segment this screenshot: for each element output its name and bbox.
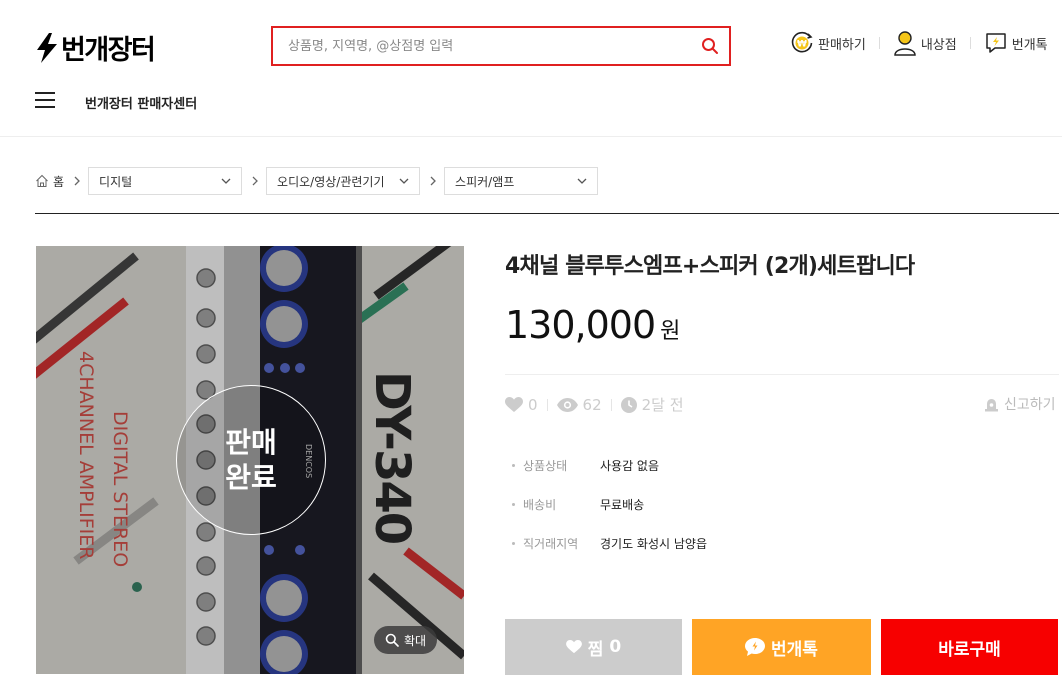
wish-button[interactable]: 찜 0	[505, 619, 682, 675]
category-select-level2[interactable]: 오디오/영상/관련기기	[266, 167, 421, 195]
category-select-level1[interactable]: 디지털	[88, 167, 243, 195]
product-image[interactable]: DENCOS DY-340 DIGITAL STEREO 4CHANNEL AM…	[36, 246, 464, 674]
seller-center-link[interactable]: 번개장터 판매자센터	[85, 93, 197, 112]
siren-icon	[985, 398, 998, 411]
nav-divider	[969, 37, 971, 49]
category-level1-value: 디지털	[99, 174, 133, 189]
posted-time: 2달 전	[641, 396, 684, 414]
stat-divider	[546, 398, 548, 411]
detail-condition: 상품상태 사용감 없음	[512, 446, 707, 485]
bullet	[512, 542, 515, 545]
breadcrumb-divider	[35, 213, 1059, 214]
breadcrumb: 홈 디지털 오디오/영상/관련기기 스피커/앰프	[35, 167, 599, 195]
detail-label: 직거래지역	[523, 537, 579, 551]
sell-won-icon: ₩	[791, 31, 813, 53]
bullet	[512, 464, 515, 467]
detail-location: 직거래지역 경기도 화성시 남양읍	[512, 524, 707, 563]
detail-value: 경기도 화성시 남양읍	[600, 537, 707, 551]
sold-overlay-line2: 완료	[225, 461, 277, 494]
logo[interactable]: 번개장터	[35, 28, 156, 67]
detail-value: 무료배송	[600, 498, 645, 512]
bullet	[512, 503, 515, 506]
price-unit: 원	[660, 319, 681, 344]
likes-count: 0	[528, 395, 538, 414]
stat-divider	[610, 398, 612, 411]
detail-value: 사용감 없음	[600, 459, 660, 473]
sold-overlay-line1: 판매	[225, 426, 277, 459]
chevron-right-icon	[430, 176, 436, 186]
buy-now-button[interactable]: 바로구매	[881, 619, 1058, 675]
eye-icon	[556, 397, 578, 412]
sell-button[interactable]: ₩ 판매하기	[790, 31, 866, 55]
likes-stat: 0	[505, 396, 538, 414]
heart-icon	[505, 396, 523, 412]
category-level2-value: 오디오/영상/관련기기	[277, 174, 385, 189]
detail-label: 배송비	[523, 498, 557, 512]
views-count: 62	[582, 395, 602, 414]
wish-label: 찜	[587, 639, 604, 660]
zoom-label: 확대	[404, 633, 427, 648]
price-value: 130,000	[505, 303, 656, 347]
chevron-right-icon	[252, 176, 258, 186]
time-stat: 2달 전	[620, 394, 684, 415]
category-select-level3[interactable]: 스피커/앰프	[444, 167, 599, 195]
chevron-right-icon	[74, 176, 80, 186]
chat-button[interactable]: 번개톡	[984, 31, 1048, 55]
chat-label: 번개톡	[1011, 37, 1048, 53]
my-store-label: 내상점	[920, 37, 957, 53]
user-icon	[894, 31, 916, 56]
breadcrumb-home[interactable]: 홈	[35, 173, 64, 190]
logo-text: 번개장터	[61, 35, 156, 66]
clock-icon	[620, 396, 637, 413]
talk-label: 번개톡	[771, 639, 818, 660]
lightning-icon	[37, 32, 57, 63]
search-bar[interactable]	[271, 26, 731, 66]
buy-label: 바로구매	[938, 639, 1001, 660]
magnifier-icon	[385, 633, 399, 647]
heart-icon	[565, 640, 582, 654]
report-button[interactable]: 신고하기	[984, 394, 1056, 414]
wish-count: 0	[609, 637, 622, 657]
product-details: 상품상태 사용감 없음 배송비 무료배송 직거래지역 경기도 화성시 남양읍	[512, 446, 707, 563]
info-divider	[505, 374, 1059, 375]
chat-icon	[985, 33, 1006, 53]
header-nav: ₩ 판매하기 내상점 번개톡	[790, 30, 1048, 56]
chevron-down-icon	[399, 178, 409, 184]
search-icon[interactable]	[701, 37, 719, 55]
product-price: 130,000 원	[505, 303, 680, 347]
chevron-down-icon	[577, 178, 587, 184]
search-input[interactable]	[288, 38, 701, 54]
home-icon	[36, 174, 48, 187]
svg-text:₩: ₩	[797, 40, 807, 50]
views-stat: 62	[556, 395, 602, 414]
product-title: 4채널 블루투스엠프+스피커 (2개)세트팝니다	[505, 254, 915, 279]
category-level3-value: 스피커/앰프	[455, 174, 515, 189]
hamburger-menu-icon[interactable]	[35, 92, 55, 108]
zoom-button[interactable]: 확대	[374, 626, 438, 654]
sold-out-overlay: 판매 완료	[176, 385, 326, 535]
chevron-down-icon	[221, 178, 231, 184]
detail-label: 상품상태	[523, 459, 568, 473]
chat-talk-button[interactable]: 번개톡	[692, 619, 871, 675]
my-store-button[interactable]: 내상점	[893, 30, 957, 56]
nav-divider	[878, 37, 880, 49]
detail-shipping: 배송비 무료배송	[512, 485, 707, 524]
report-label: 신고하기	[1004, 397, 1056, 413]
breadcrumb-home-label: 홈	[53, 174, 65, 189]
sell-label: 판매하기	[818, 37, 866, 53]
product-stats: 0 62 2달 전	[505, 394, 684, 415]
header-divider	[0, 136, 1062, 137]
chat-bubble-icon	[745, 638, 766, 656]
